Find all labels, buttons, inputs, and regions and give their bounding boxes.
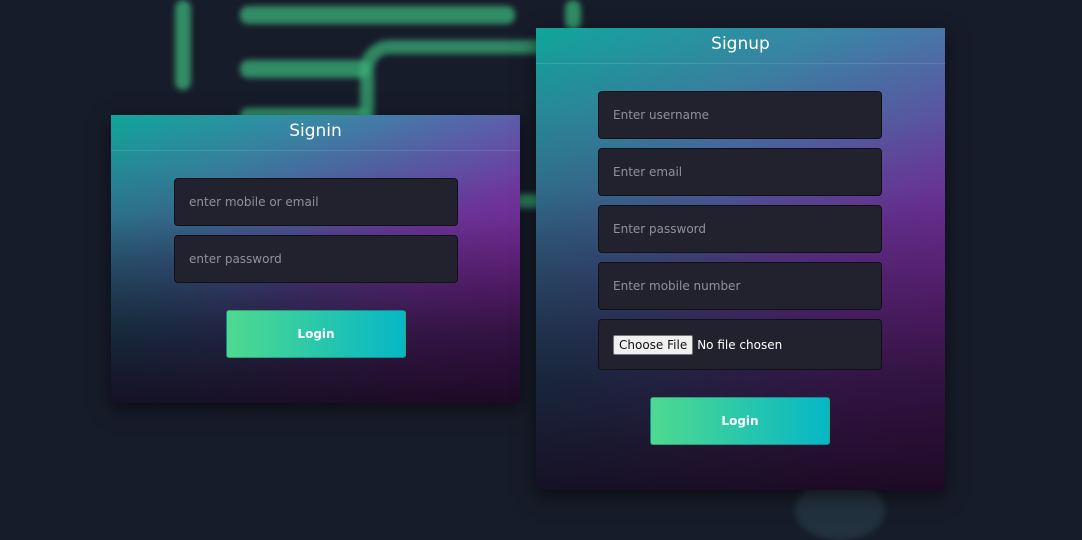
- signup-login-button[interactable]: Login: [650, 397, 830, 445]
- signin-card: Signin enter mobile or email enter passw…: [111, 115, 520, 403]
- signin-login-label: Login: [297, 327, 335, 341]
- signup-mobile-placeholder: Enter mobile number: [613, 279, 741, 293]
- signup-mobile-input[interactable]: Enter mobile number: [598, 262, 882, 310]
- signup-password-input[interactable]: Enter password: [598, 205, 882, 253]
- choose-file-button[interactable]: Choose File: [613, 334, 694, 355]
- signup-file-input: Choose File No file chosen: [598, 319, 882, 370]
- signup-email-placeholder: Enter email: [613, 165, 683, 179]
- signup-username-placeholder: Enter username: [613, 108, 710, 122]
- signup-password-placeholder: Enter password: [613, 222, 706, 236]
- signin-mobile-or-email-input[interactable]: enter mobile or email: [174, 178, 458, 226]
- signup-card: Signup Enter username Enter email Enter …: [536, 28, 945, 490]
- signup-title: Signup: [536, 28, 945, 64]
- signin-password-input[interactable]: enter password: [174, 235, 458, 283]
- signin-login-button[interactable]: Login: [226, 310, 406, 358]
- signup-login-label: Login: [721, 414, 759, 428]
- signin-mobile-or-email-placeholder: enter mobile or email: [189, 195, 319, 209]
- signup-username-input[interactable]: Enter username: [598, 91, 882, 139]
- file-status-text: No file chosen: [697, 337, 783, 352]
- signin-password-placeholder: enter password: [189, 252, 282, 266]
- signup-email-input[interactable]: Enter email: [598, 148, 882, 196]
- signin-title: Signin: [111, 115, 520, 151]
